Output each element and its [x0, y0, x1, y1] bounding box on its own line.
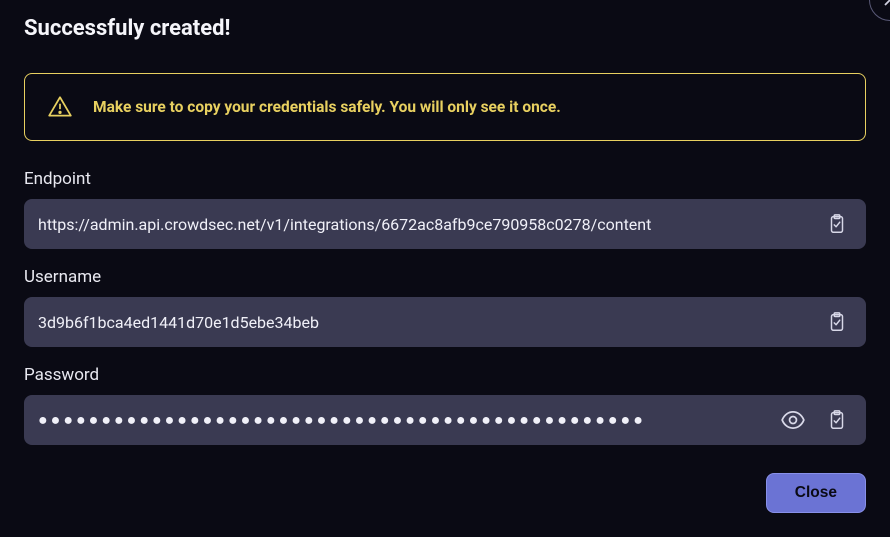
warning-text: Make sure to copy your credentials safel…	[93, 98, 561, 116]
password-field: Password ●●●●●●●●●●●●●●●●●●●●●●●●●●●●●●●…	[24, 365, 866, 445]
clipboard-icon	[826, 213, 848, 235]
warning-banner: Make sure to copy your credentials safel…	[24, 73, 866, 141]
password-row: ●●●●●●●●●●●●●●●●●●●●●●●●●●●●●●●●●●●●●●●●…	[24, 395, 866, 445]
endpoint-value[interactable]	[38, 215, 810, 234]
warning-icon	[47, 94, 73, 120]
username-value[interactable]	[38, 313, 810, 332]
modal-footer: Close	[24, 473, 866, 513]
close-button[interactable]: Close	[766, 473, 866, 513]
copy-username-button[interactable]	[822, 307, 852, 337]
endpoint-label: Endpoint	[24, 169, 866, 189]
endpoint-field: Endpoint	[24, 169, 866, 249]
clipboard-icon	[826, 409, 848, 431]
toggle-password-visibility-button[interactable]	[776, 403, 810, 437]
modal-header: Successfuly created!	[24, 16, 866, 41]
modal-title: Successfuly created!	[24, 16, 230, 41]
password-label: Password	[24, 365, 866, 385]
clipboard-icon	[826, 311, 848, 333]
eye-icon	[780, 407, 806, 433]
username-label: Username	[24, 267, 866, 287]
close-icon	[882, 0, 890, 8]
credentials-modal: Successfuly created! Make sure to copy y…	[0, 0, 890, 537]
copy-password-button[interactable]	[822, 405, 852, 435]
password-value-masked[interactable]: ●●●●●●●●●●●●●●●●●●●●●●●●●●●●●●●●●●●●●●●●…	[38, 410, 764, 430]
username-field: Username	[24, 267, 866, 347]
endpoint-row	[24, 199, 866, 249]
copy-endpoint-button[interactable]	[822, 209, 852, 239]
username-row	[24, 297, 866, 347]
close-x-button[interactable]	[869, 0, 890, 21]
